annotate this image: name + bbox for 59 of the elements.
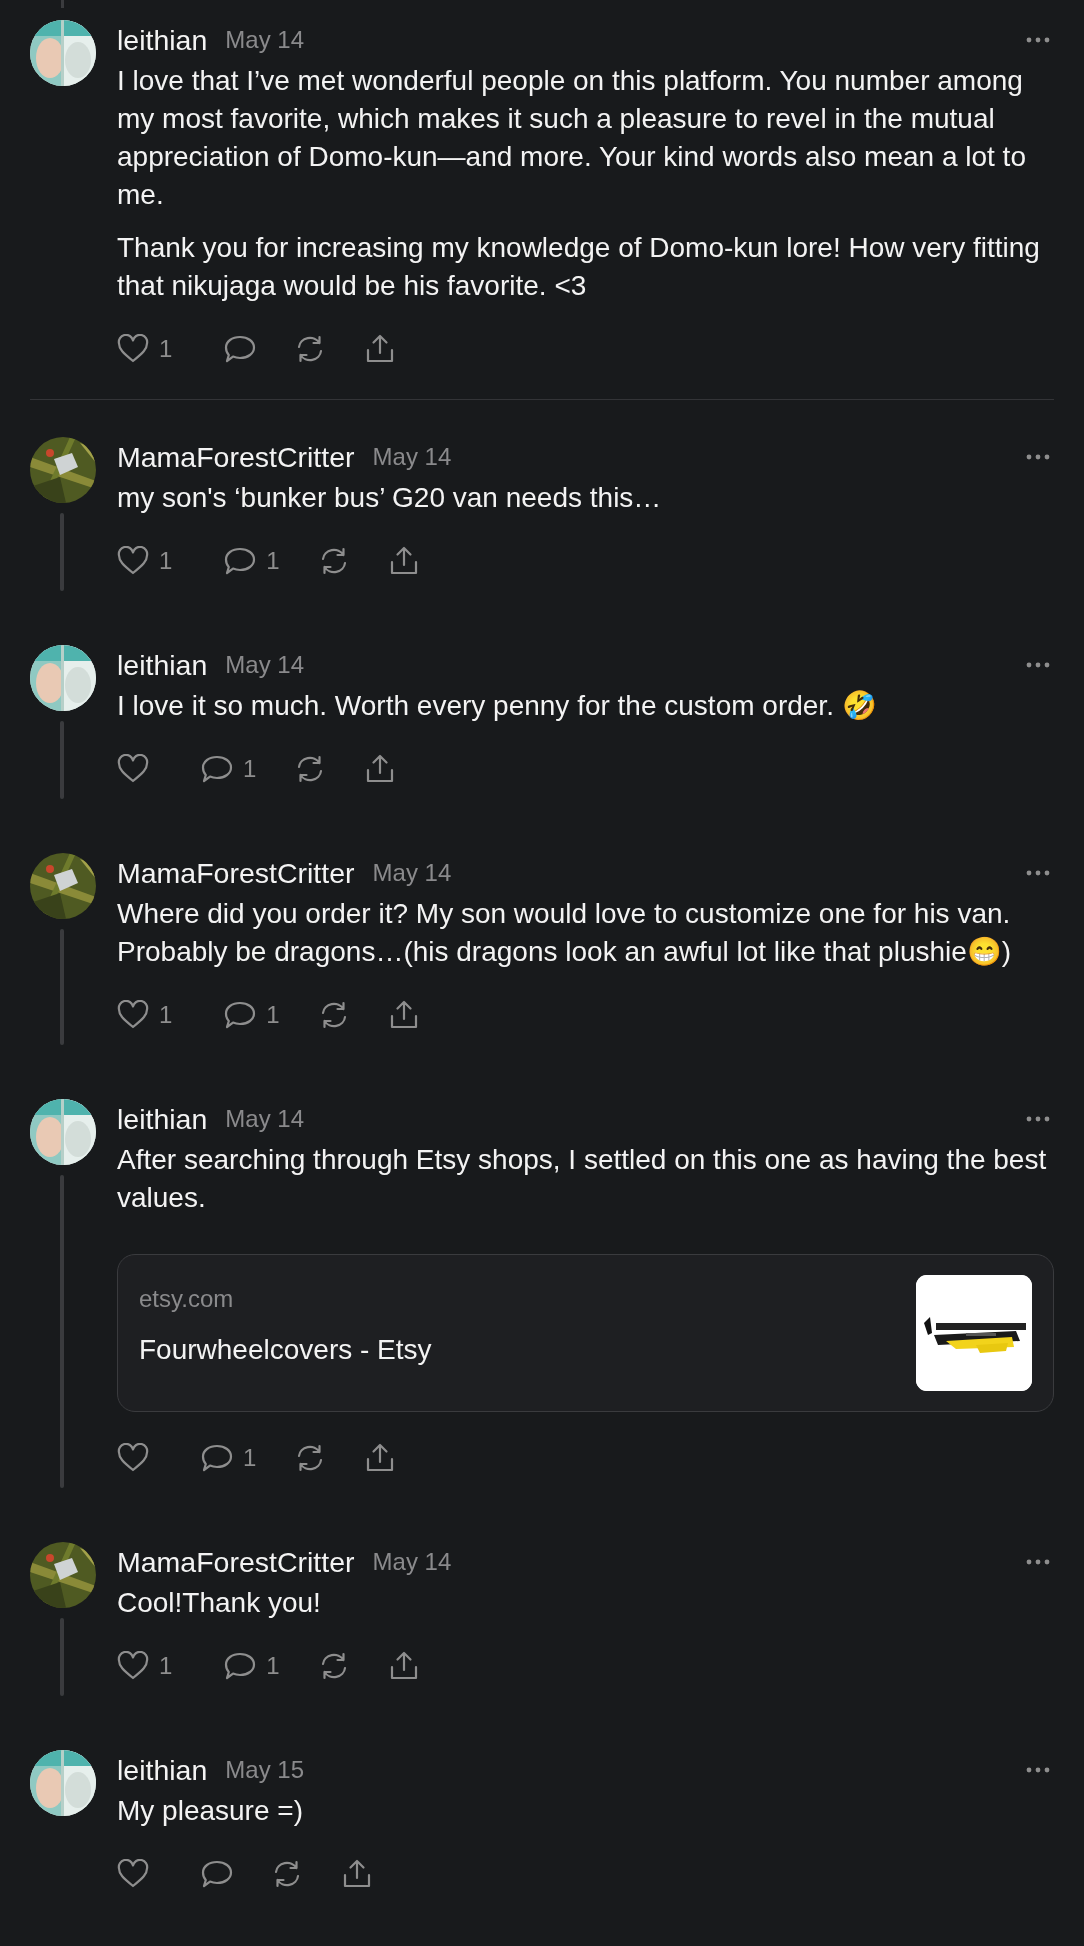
share-button[interactable] [341, 1858, 373, 1890]
post-date: May 14 [372, 442, 452, 472]
comment-icon [201, 754, 233, 784]
comment-icon [224, 1651, 257, 1681]
reply-button[interactable]: 1 [201, 1440, 257, 1476]
like-button[interactable]: 1 [117, 1648, 187, 1684]
author-name[interactable]: leithian [117, 643, 208, 687]
reply-button[interactable]: 1 [224, 543, 280, 579]
more-icon [1026, 1116, 1050, 1122]
post-text: After searching through Etsy shops, I settled on this one as having the best values. [117, 1143, 1048, 1215]
more-icon [1026, 662, 1050, 668]
reply-button[interactable]: 1 [224, 1648, 280, 1684]
post-text: my son's ‘bunker bus’ G20 van needs this… [117, 481, 663, 515]
reply-button[interactable] [201, 1859, 233, 1889]
post-text: My pleasure =) [117, 1794, 304, 1828]
comment-icon [224, 334, 257, 364]
comment-icon [201, 1859, 233, 1889]
share-icon [341, 1858, 373, 1890]
reply-button[interactable] [224, 334, 257, 364]
heart-icon [117, 334, 149, 364]
like-button[interactable]: 1 [117, 543, 187, 579]
post-text: Thank you for increasing my knowledge of Domo-kun lore! How very fitting that nikujaga would be his favorite. <3 [117, 231, 1041, 303]
post-text: I love that I’ve met wonderful people on this platform. You number among my most favorite, which makes it such a pleasure to revel in the mutual appreciation of Domo-kun—and more. Your kind words also mean a lot to me. [117, 64, 1027, 212]
post-date: May 15 [225, 1755, 305, 1785]
post-date: May 14 [225, 25, 305, 55]
heart-icon [117, 1000, 149, 1030]
author-name[interactable]: MamaForestCritter [117, 1540, 355, 1584]
heart-icon [117, 1651, 149, 1681]
link-title: Fourwheelcovers - Etsy [139, 1333, 433, 1367]
more-icon [1026, 870, 1050, 876]
comment-icon [201, 1443, 233, 1473]
heart-icon [117, 1859, 149, 1889]
heart-icon [117, 1443, 149, 1473]
author-name[interactable]: MamaForestCritter [117, 851, 355, 895]
comment-icon [224, 1000, 257, 1030]
author-name[interactable]: leithian [117, 1097, 208, 1141]
more-icon [1026, 37, 1050, 43]
like-button[interactable]: 1 [117, 331, 187, 367]
link-domain: etsy.com [139, 1284, 235, 1314]
more-icon [1026, 1559, 1050, 1565]
more-icon [1026, 454, 1050, 460]
author-name[interactable]: leithian [117, 18, 208, 62]
more-icon [1026, 1767, 1050, 1773]
reply-button[interactable]: 1 [224, 997, 280, 1033]
heart-icon [117, 754, 149, 784]
post-text: Where did you order it? My son would love to customize one for his van. Probably be dragons…(his dragons look an awful lot like that plushie😁) [117, 897, 1013, 969]
post-text: I love it so much. Worth every penny for the custom order. 🤣 [117, 689, 878, 723]
comment-icon [224, 546, 257, 576]
link-card[interactable]: etsy.com Fourwheelcovers - Etsy [117, 1254, 1054, 1412]
post-date: May 14 [225, 1104, 305, 1134]
post-date: May 14 [372, 858, 452, 888]
reply-button[interactable]: 1 [201, 751, 257, 787]
author-name[interactable]: leithian [117, 1748, 208, 1792]
post-date: May 14 [225, 650, 305, 680]
author-name[interactable]: MamaForestCritter [117, 435, 355, 479]
heart-icon [117, 546, 149, 576]
post-text: Cool!Thank you! [117, 1586, 322, 1620]
like-button[interactable]: 1 [117, 997, 187, 1033]
post-date: May 14 [372, 1547, 452, 1577]
